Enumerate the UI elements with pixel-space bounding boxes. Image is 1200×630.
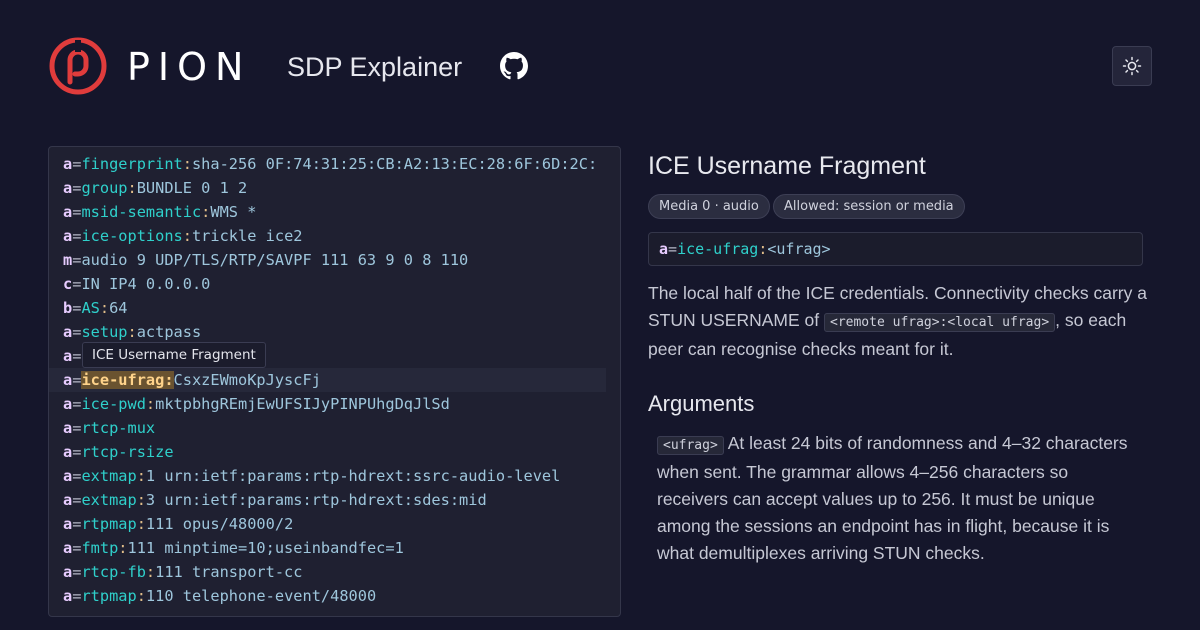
theme-toggle-button[interactable] (1112, 46, 1152, 86)
line-type: a (63, 227, 73, 245)
line-value: sha-256 0F:74:31:25:CB:A2:13:EC:28:6F:6D… (191, 155, 598, 173)
line-attribute: ice-pwd (81, 395, 146, 413)
brand-name: PION (127, 45, 252, 89)
syntax-box: a=ice-ufrag:<ufrag> (648, 232, 1143, 266)
line-attribute: fmtp (81, 539, 119, 557)
argument-item: <ufrag> At least 24 bits of randomness a… (657, 430, 1137, 567)
sdp-line[interactable]: m=audio 9 UDP/TLS/RTP/SAVPF 111 63 9 0 8… (49, 248, 620, 272)
syntax-line-type: a (659, 240, 669, 258)
pion-logo (49, 37, 107, 95)
line-type: a (63, 371, 73, 389)
sdp-line[interactable]: a=ice-options:trickle ice2 (49, 224, 620, 248)
sdp-line[interactable]: a=ice-pwd:mktpbhgREmjEwUFSIJyPINPUhgDqJl… (49, 392, 620, 416)
sdp-line[interactable]: c=IN IP4 0.0.0.0 (49, 272, 620, 296)
sdp-line[interactable]: a=extmap:1 urn:ietf:params:rtp-hdrext:ss… (49, 464, 620, 488)
line-value: 111 transport-cc (155, 563, 303, 581)
line-attribute: extmap (81, 491, 137, 509)
line-type: a (63, 563, 73, 581)
syntax-argument: <ufrag> (767, 240, 831, 258)
allowed-badge: Allowed: session or media (773, 194, 965, 219)
scope-badge: Media 0 · audio (648, 194, 770, 219)
line-attribute: rtpmap (81, 515, 137, 533)
sdp-line[interactable]: a=rtcp-rsize (49, 440, 620, 464)
stun-username-code: <remote ufrag>:<local ufrag> (824, 313, 1056, 332)
sdp-line[interactable]: a=fingerprint:sha-256 0F:74:31:25:CB:A2:… (49, 152, 620, 176)
line-value: 64 (109, 299, 128, 317)
sun-icon (1122, 56, 1142, 76)
github-icon[interactable] (500, 52, 528, 80)
detail-description: The local half of the ICE credentials. C… (648, 280, 1148, 363)
sdp-line[interactable]: a=fmtp:111 minptime=10;useinbandfec=1 (49, 536, 620, 560)
line-type: a (63, 155, 73, 173)
app-title: SDP Explainer (287, 52, 463, 82)
line-value: audio 9 UDP/TLS/RTP/SAVPF 111 63 9 0 8 1… (81, 251, 469, 269)
line-type: b (63, 299, 73, 317)
line-value: 111 minptime=10;useinbandfec=1 (127, 539, 404, 557)
argument-name: <ufrag> (657, 436, 724, 455)
line-attribute: msid-semantic (81, 203, 202, 221)
line-type: a (63, 467, 73, 485)
line-attribute: rtcp-fb (81, 563, 146, 581)
line-tooltip: ICE Username Fragment (82, 342, 266, 368)
line-attribute: group (81, 179, 128, 197)
sdp-line[interactable]: a=setup:actpass (49, 320, 620, 344)
line-value: 3 urn:ietf:params:rtp-hdrext:sdes:mid (145, 491, 487, 509)
line-type: a (63, 179, 73, 197)
line-attribute: fingerprint (81, 155, 183, 173)
line-type: a (63, 515, 73, 533)
line-attribute: setup (81, 323, 128, 341)
sdp-line[interactable]: a=ice-ufrag:CsxzEWmoKpJyscFj (49, 368, 606, 392)
line-value: CsxzEWmoKpJyscFj (173, 371, 321, 389)
line-type: a (63, 419, 73, 437)
line-type: a (63, 539, 73, 557)
line-type: a (63, 347, 73, 365)
line-attribute: rtcp-mux (81, 419, 156, 437)
line-attribute: AS (81, 299, 100, 317)
line-type: a (63, 203, 73, 221)
line-value: actpass (136, 323, 202, 341)
line-value: trickle ice2 (191, 227, 303, 245)
sdp-line[interactable]: a=msid-semantic:WMS * (49, 200, 620, 224)
sdp-line[interactable]: a=rtcp-fb:111 transport-cc (49, 560, 620, 584)
argument-description: At least 24 bits of randomness and 4–32 … (657, 433, 1128, 563)
line-value: BUNDLE 0 1 2 (136, 179, 248, 197)
line-value: 110 telephone-event/48000 (145, 587, 377, 605)
line-attribute: ice-options (81, 227, 183, 245)
line-value: WMS * (210, 203, 257, 221)
line-type: a (63, 323, 73, 341)
sdp-line[interactable]: a=rtpmap:111 opus/48000/2 (49, 512, 620, 536)
sdp-line[interactable]: a=rtcp-mux (49, 416, 620, 440)
line-attribute: ice-ufrag (81, 371, 165, 389)
detail-title: ICE Username Fragment (648, 152, 926, 180)
line-attribute: rtpmap (81, 587, 137, 605)
line-type: a (63, 587, 73, 605)
line-type: a (63, 443, 73, 461)
sdp-line[interactable]: a=group:BUNDLE 0 1 2 (49, 176, 620, 200)
arguments-heading: Arguments (648, 391, 755, 416)
sdp-lines: a=fingerprint:sha-256 0F:74:31:25:CB:A2:… (49, 152, 620, 608)
line-value: 111 opus/48000/2 (145, 515, 294, 533)
line-value: 1 urn:ietf:params:rtp-hdrext:ssrc-audio-… (145, 467, 561, 485)
line-type: c (63, 275, 73, 293)
sdp-line[interactable]: b=AS:64 (49, 296, 620, 320)
line-type: a (63, 491, 73, 509)
sdp-line[interactable]: a=extmap:3 urn:ietf:params:rtp-hdrext:sd… (49, 488, 620, 512)
line-type: a (63, 395, 73, 413)
line-type: m (63, 251, 73, 269)
line-attribute: extmap (81, 467, 137, 485)
sdp-line[interactable]: a=rtpmap:110 telephone-event/48000 (49, 584, 620, 608)
sdp-editor[interactable]: a=fingerprint:sha-256 0F:74:31:25:CB:A2:… (48, 146, 621, 617)
line-value: IN IP4 0.0.0.0 (81, 275, 211, 293)
syntax-attribute: ice-ufrag (677, 240, 759, 258)
line-attribute: rtcp-rsize (81, 443, 174, 461)
line-value: mktpbhgREmjEwUFSIJyPINPUhgDqJlSd (155, 395, 450, 413)
